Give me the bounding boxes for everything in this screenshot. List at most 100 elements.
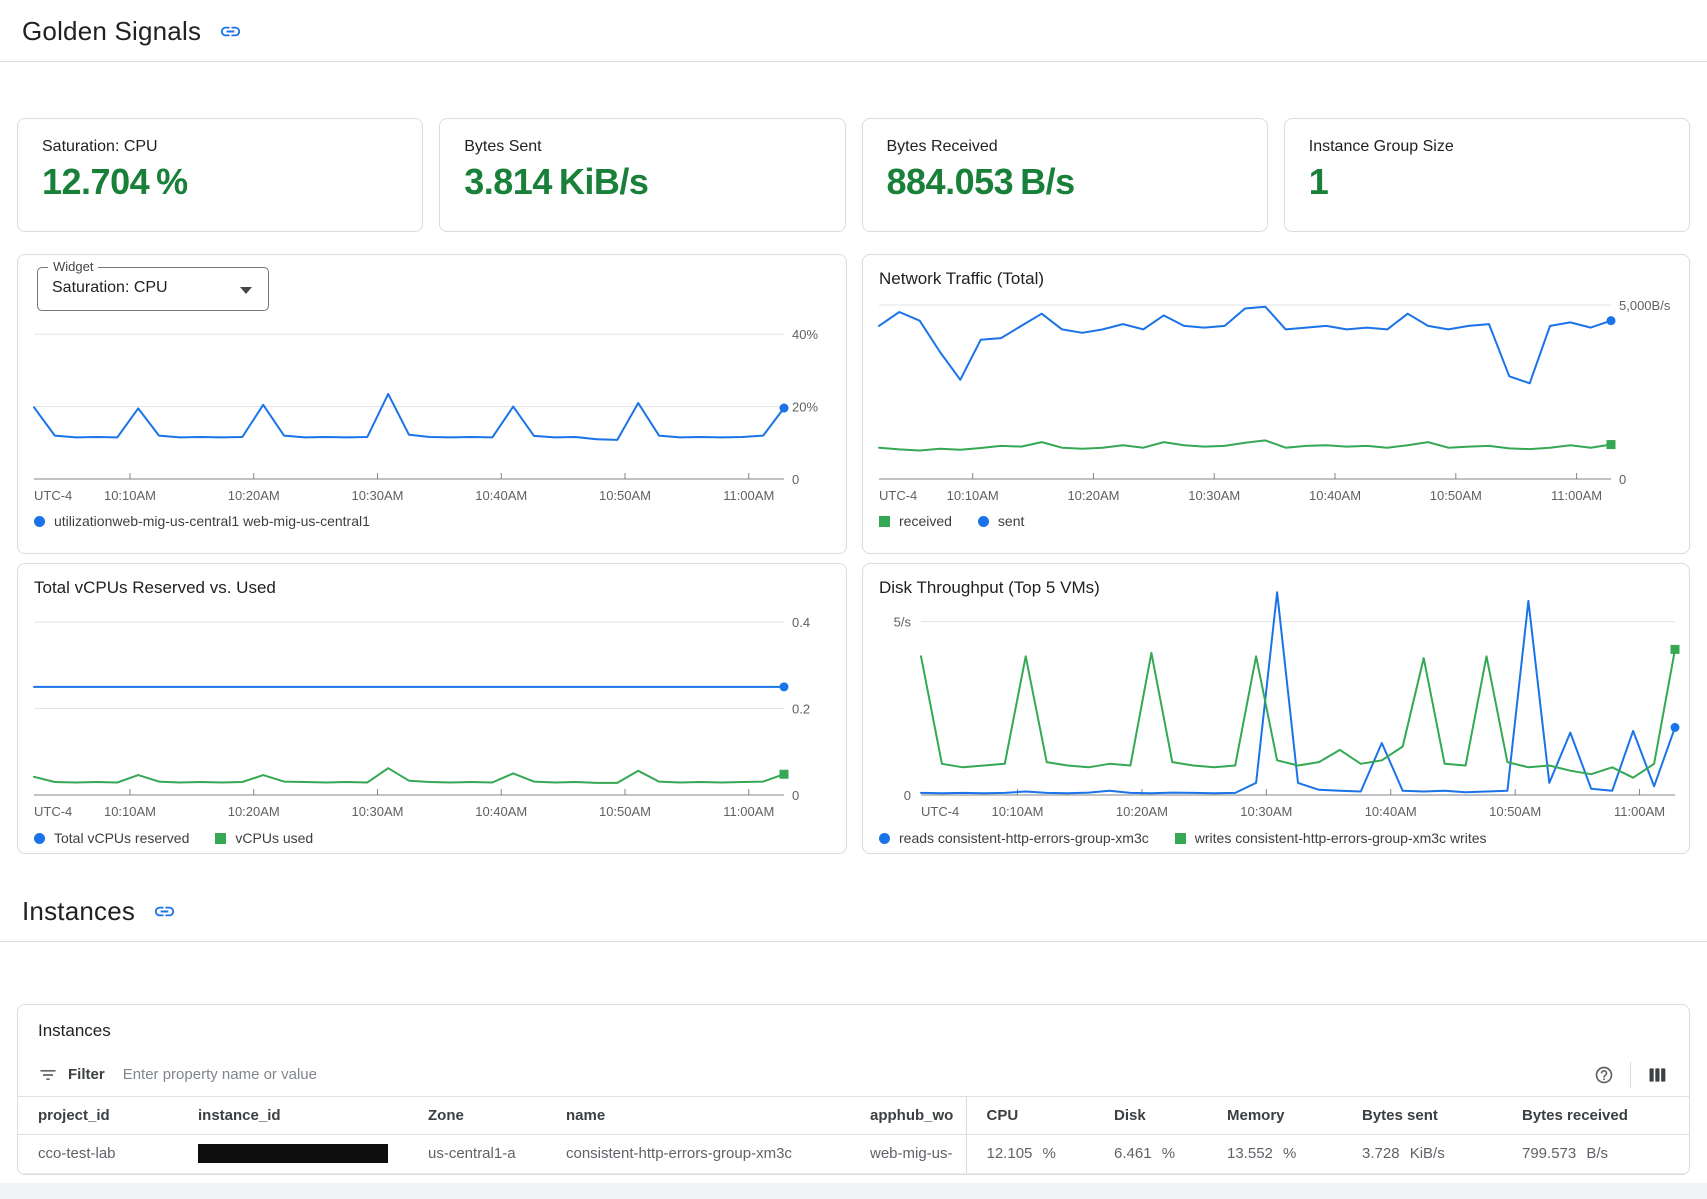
scorecard-label: Bytes Sent: [464, 138, 820, 156]
svg-text:10:40AM: 10:40AM: [1309, 488, 1361, 503]
disk-throughput-chart-card: Disk Throughput (Top 5 VMs) 5/s0UTC-410:…: [862, 563, 1690, 854]
legend-label: writes consistent-http-errors-group-xm3c…: [1195, 830, 1487, 846]
legend-square-marker: [215, 833, 226, 844]
link-icon: [219, 20, 242, 43]
chart-canvas[interactable]: 5/s0UTC-410:10AM10:20AM10:30AM10:40AM10:…: [863, 564, 1690, 822]
filter-input[interactable]: [123, 1066, 1590, 1083]
charts-row-1: Widget Saturation: CPU 40%20%0UTC-410:10…: [17, 254, 1690, 554]
cell-bytes-received: 799.573 B/s: [1502, 1134, 1689, 1173]
toolbar-divider: [1630, 1062, 1631, 1088]
scorecards-row: Saturation: CPU 12.704% Bytes Sent 3.814…: [17, 118, 1690, 232]
legend-label: utilizationweb-mig-us-central1 web-mig-u…: [54, 513, 370, 529]
svg-text:10:20AM: 10:20AM: [1116, 804, 1168, 819]
legend-label: received: [899, 513, 952, 529]
svg-text:10:30AM: 10:30AM: [351, 488, 403, 503]
legend-square-marker: [1175, 833, 1186, 844]
legend-circle-marker: [879, 833, 890, 844]
column-header-cpu: CPU: [966, 1097, 1094, 1134]
svg-text:10:40AM: 10:40AM: [1365, 804, 1417, 819]
chevron-down-icon: [240, 287, 252, 294]
golden-signals-link-button[interactable]: [217, 18, 244, 45]
cell-memory: 13.552 %: [1207, 1134, 1342, 1173]
svg-text:UTC-4: UTC-4: [879, 488, 917, 503]
svg-text:11:00AM: 11:00AM: [723, 488, 774, 503]
header-divider: [0, 61, 1707, 62]
column-display-button[interactable]: [1643, 1061, 1671, 1089]
legend-circle-marker: [34, 516, 45, 527]
svg-text:40%: 40%: [792, 327, 818, 342]
svg-text:20%: 20%: [792, 400, 818, 415]
cell-zone: us-central1-a: [408, 1134, 546, 1173]
instances-title: Instances: [22, 896, 135, 927]
legend-label: vCPUs used: [235, 830, 313, 846]
chart-canvas[interactable]: 5,000B/s0UTC-410:10AM10:20AM10:30AM10:40…: [863, 255, 1690, 507]
instances-table: project_idinstance_idZonenameapphub_woCP…: [18, 1097, 1689, 1174]
dashboard-page: Golden Signals Saturation: CPU 12.704% B…: [0, 0, 1707, 1199]
vcpus-chart-card: Total vCPUs Reserved vs. Used 0.40.20UTC…: [17, 563, 847, 854]
legend-item[interactable]: writes consistent-http-errors-group-xm3c…: [1175, 830, 1487, 846]
cell-disk: 6.461 %: [1094, 1134, 1207, 1173]
svg-text:10:20AM: 10:20AM: [228, 804, 280, 819]
chart-legend: utilizationweb-mig-us-central1 web-mig-u…: [34, 513, 370, 529]
filter-list-icon: [38, 1065, 58, 1085]
help-button[interactable]: [1590, 1061, 1618, 1089]
charts-row-2: Total vCPUs Reserved vs. Used 0.40.20UTC…: [17, 563, 1690, 854]
legend-item[interactable]: Total vCPUs reserved: [34, 830, 189, 846]
svg-text:0: 0: [792, 788, 799, 803]
filter-bar: Filter: [18, 1053, 1689, 1097]
cell-cpu: 12.105 %: [966, 1134, 1094, 1173]
svg-text:10:20AM: 10:20AM: [1067, 488, 1119, 503]
redacted-instance-id: [198, 1144, 388, 1163]
widget-chart-card: Widget Saturation: CPU 40%20%0UTC-410:10…: [17, 254, 847, 554]
filter-label: Filter: [68, 1066, 105, 1083]
scorecard-instance-group-size: Instance Group Size 1: [1284, 118, 1690, 232]
legend-label: reads consistent-http-errors-group-xm3c: [899, 830, 1149, 846]
cell-apphub-wo: web-mig-us-: [850, 1134, 966, 1173]
scorecard-label: Saturation: CPU: [42, 138, 398, 156]
instances-divider: [0, 941, 1707, 942]
legend-label: sent: [998, 513, 1024, 529]
svg-text:10:40AM: 10:40AM: [475, 804, 527, 819]
svg-text:UTC-4: UTC-4: [34, 488, 72, 503]
cell-instance-id: [178, 1134, 408, 1173]
svg-text:11:00AM: 11:00AM: [1551, 488, 1602, 503]
cell-name: consistent-http-errors-group-xm3c: [546, 1134, 850, 1173]
svg-text:0: 0: [1619, 472, 1626, 487]
legend-item[interactable]: vCPUs used: [215, 830, 313, 846]
instances-card: Instances Filter project_idinstance_idZo…: [17, 1004, 1690, 1175]
svg-text:0: 0: [904, 788, 911, 803]
legend-item[interactable]: received: [879, 513, 952, 529]
legend-item[interactable]: reads consistent-http-errors-group-xm3c: [879, 830, 1149, 846]
svg-text:10:50AM: 10:50AM: [599, 804, 651, 819]
legend-item[interactable]: utilizationweb-mig-us-central1 web-mig-u…: [34, 513, 370, 529]
chart-legend: reads consistent-http-errors-group-xm3c w…: [879, 830, 1487, 846]
instances-link-button[interactable]: [151, 898, 178, 925]
table-header-row: project_idinstance_idZonenameapphub_woCP…: [18, 1097, 1689, 1134]
svg-text:0: 0: [792, 472, 799, 487]
column-header-disk: Disk: [1094, 1097, 1207, 1134]
column-header-name: name: [546, 1097, 850, 1134]
legend-square-marker: [879, 516, 890, 527]
svg-text:10:40AM: 10:40AM: [475, 488, 527, 503]
column-header-bytes-received: Bytes received: [1502, 1097, 1689, 1134]
bottom-strip: [0, 1183, 1707, 1199]
table-row[interactable]: cco-test-labus-central1-aconsistent-http…: [18, 1134, 1689, 1173]
link-icon: [153, 900, 176, 923]
legend-item[interactable]: sent: [978, 513, 1024, 529]
instances-card-title: Instances: [18, 1005, 1689, 1053]
chart-canvas[interactable]: 0.40.20UTC-410:10AM10:20AM10:30AM10:40AM…: [18, 564, 847, 822]
legend-circle-marker: [34, 833, 45, 844]
widget-select-label: Widget: [48, 259, 98, 274]
svg-text:10:10AM: 10:10AM: [991, 804, 1043, 819]
legend-circle-marker: [978, 516, 989, 527]
golden-signals-header: Golden Signals: [0, 0, 1707, 61]
column-header-zone: Zone: [408, 1097, 546, 1134]
widget-select[interactable]: Widget Saturation: CPU: [37, 267, 269, 311]
svg-text:5,000B/s: 5,000B/s: [1619, 298, 1671, 313]
column-header-instance-id: instance_id: [178, 1097, 408, 1134]
scorecard-value: 3.814KiB/s: [464, 161, 820, 203]
column-display-icon: [1647, 1065, 1667, 1085]
svg-text:10:50AM: 10:50AM: [1489, 804, 1541, 819]
scorecard-bytes-received: Bytes Received 884.053B/s: [862, 118, 1268, 232]
cell-bytes-sent: 3.728 KiB/s: [1342, 1134, 1502, 1173]
